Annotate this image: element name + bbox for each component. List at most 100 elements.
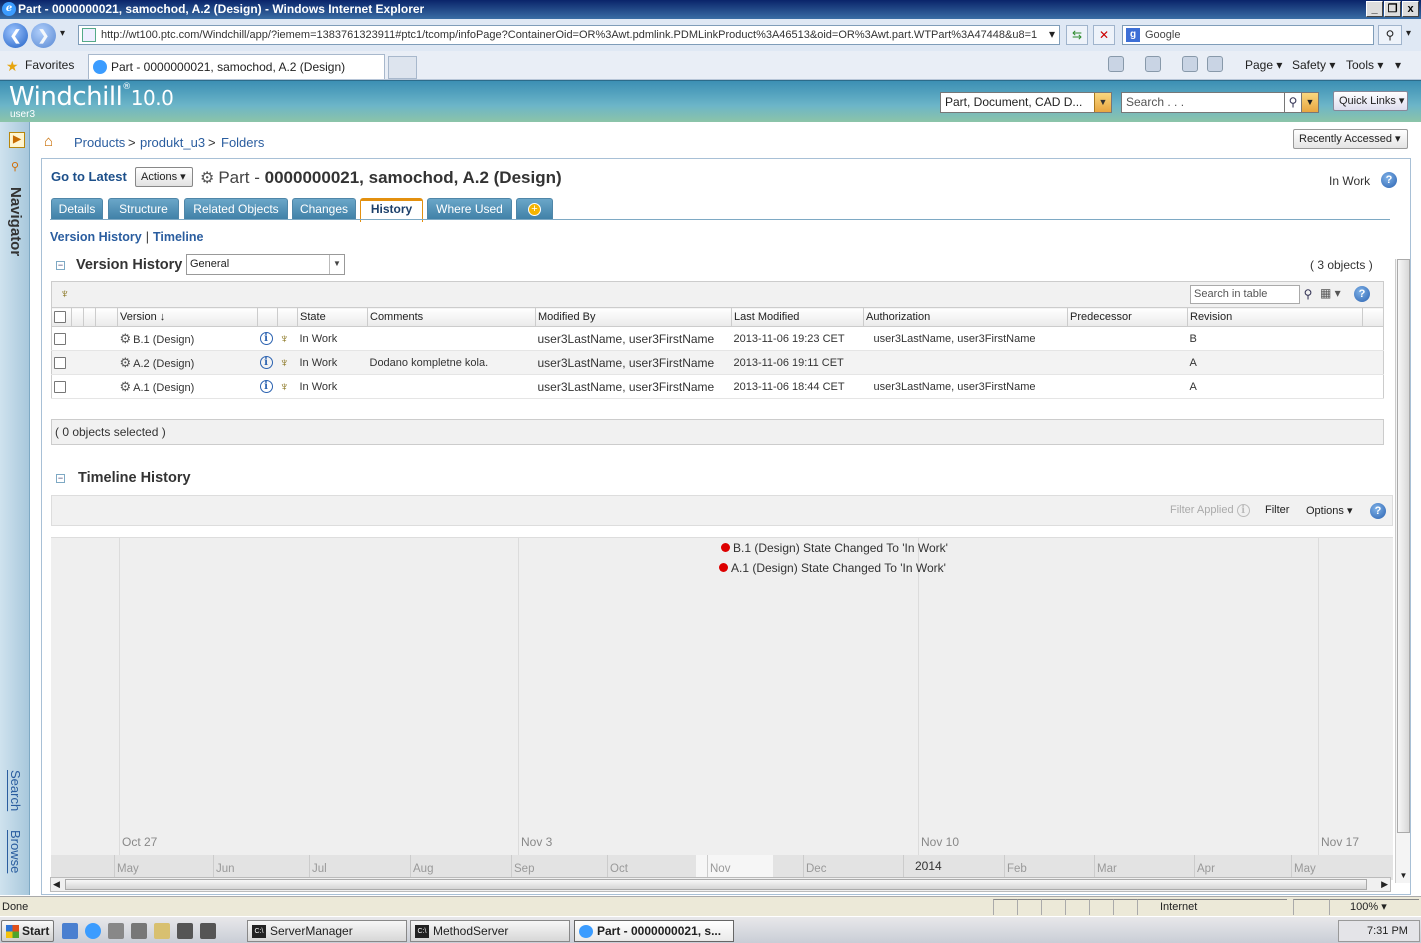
- structure-icon[interactable]: ♆: [280, 379, 290, 394]
- timeline-canvas[interactable]: Oct 27 Nov 3 Nov 10 Nov 17 B.1 (Design) …: [51, 537, 1393, 855]
- browser-tab-active[interactable]: Part - 0000000021, samochod, A.2 (Design…: [88, 54, 385, 79]
- refresh-button[interactable]: ⇆: [1066, 25, 1088, 45]
- chevron-down-icon[interactable]: ▼: [1094, 93, 1111, 112]
- browser-search-input[interactable]: g Google: [1122, 25, 1374, 45]
- scrollbar-thumb[interactable]: [65, 879, 1367, 890]
- scroll-down-icon[interactable]: ▼: [1397, 869, 1410, 883]
- info-icon[interactable]: i: [259, 380, 273, 393]
- zoom-level[interactable]: 100% ▾: [1329, 899, 1419, 915]
- navigator-browse-link[interactable]: Browse: [8, 830, 23, 873]
- table-view-select[interactable]: General ▼: [186, 254, 345, 275]
- search-options-icon[interactable]: ▾: [1406, 28, 1411, 39]
- modified-by-link[interactable]: user3LastName, user3FirstName: [535, 350, 732, 375]
- quick-links-button[interactable]: Quick Links ▾: [1333, 91, 1408, 111]
- favorites-star-icon[interactable]: ★: [6, 58, 19, 75]
- header-predecessor[interactable]: Predecessor: [1067, 307, 1188, 327]
- quicklaunch-icon[interactable]: [62, 923, 78, 939]
- ie-quicklaunch-icon[interactable]: [85, 923, 101, 939]
- browser-search-button[interactable]: ⚲: [1378, 25, 1402, 45]
- address-bar[interactable]: http://wt100.ptc.com/Windchill/app/?ieme…: [78, 25, 1060, 45]
- tools-quicklaunch-icon[interactable]: [108, 923, 124, 939]
- scroll-left-icon[interactable]: ◀: [53, 878, 60, 891]
- row-checkbox[interactable]: [54, 380, 66, 393]
- mail-icon[interactable]: [1182, 56, 1198, 72]
- structure-icon[interactable]: ♆: [280, 355, 290, 370]
- header-comments[interactable]: Comments: [367, 307, 536, 327]
- tab-related-objects[interactable]: Related Objects: [184, 198, 288, 220]
- help-menu[interactable]: ▾: [1395, 58, 1401, 72]
- history-dropdown-icon[interactable]: ▾: [60, 28, 65, 39]
- row-checkbox[interactable]: [54, 332, 66, 345]
- home-icon[interactable]: [1108, 56, 1124, 72]
- collapse-icon[interactable]: −: [56, 261, 65, 270]
- forward-button[interactable]: ❯: [31, 23, 56, 48]
- table-help-icon[interactable]: ?: [1354, 286, 1370, 302]
- recently-accessed-button[interactable]: Recently Accessed ▾: [1293, 129, 1408, 149]
- add-tab-button[interactable]: +: [516, 198, 553, 220]
- close-button[interactable]: x: [1402, 1, 1419, 17]
- windchill-search-input[interactable]: Search . . .: [1121, 92, 1286, 113]
- window-quicklaunch-icon[interactable]: [200, 923, 216, 939]
- filter-button[interactable]: Filter: [1265, 504, 1289, 516]
- help-icon[interactable]: ?: [1381, 172, 1397, 188]
- tab-where-used[interactable]: Where Used: [427, 198, 512, 220]
- tab-structure[interactable]: Structure: [108, 198, 179, 220]
- breadcrumb-products[interactable]: Products: [74, 135, 125, 150]
- header-authorization[interactable]: Authorization: [863, 307, 1068, 327]
- protected-mode-icon[interactable]: [1293, 899, 1329, 915]
- timeline-link[interactable]: Timeline: [153, 230, 203, 244]
- navigator-toggle-button[interactable]: ▶: [9, 132, 25, 148]
- structure-icon[interactable]: ♆: [280, 331, 290, 346]
- modified-by-link[interactable]: user3LastName, user3FirstName: [535, 374, 732, 399]
- print-icon[interactable]: [1207, 56, 1223, 72]
- timeline-event[interactable]: A.1 (Design) State Changed To 'In Work': [719, 561, 946, 575]
- actions-button[interactable]: Actions ▾: [135, 167, 193, 187]
- breadcrumb-folders[interactable]: Folders: [221, 135, 264, 150]
- options-menu[interactable]: Options ▾: [1306, 504, 1353, 517]
- window-quicklaunch-icon[interactable]: [177, 923, 193, 939]
- scroll-right-icon[interactable]: ▶: [1381, 878, 1388, 891]
- timeline-event[interactable]: B.1 (Design) State Changed To 'In Work': [721, 541, 948, 555]
- table-search-button[interactable]: ⚲: [1300, 285, 1316, 304]
- expand-tree-icon[interactable]: ♆: [60, 286, 70, 301]
- collapse-icon[interactable]: −: [56, 474, 65, 483]
- header-version[interactable]: Version ↓: [117, 307, 258, 327]
- favorites-button[interactable]: Favorites: [25, 58, 74, 72]
- back-button[interactable]: ❮: [3, 23, 28, 48]
- settings-quicklaunch-icon[interactable]: [131, 923, 147, 939]
- start-button[interactable]: Start: [1, 920, 54, 942]
- taskbar-servermanager[interactable]: C:\ ServerManager: [247, 920, 407, 942]
- go-to-latest-link[interactable]: Go to Latest: [51, 169, 127, 184]
- feeds-icon[interactable]: [1145, 56, 1161, 72]
- column-views-icon[interactable]: ▦ ▾: [1320, 286, 1341, 300]
- system-clock[interactable]: 7:31 PM: [1338, 920, 1420, 942]
- scrollbar-thumb[interactable]: [1397, 259, 1410, 833]
- info-icon[interactable]: i: [259, 356, 273, 369]
- home-icon[interactable]: ⌂: [44, 133, 53, 150]
- address-dropdown-icon[interactable]: ▾: [1044, 25, 1060, 45]
- chevron-down-icon[interactable]: ▼: [329, 255, 344, 274]
- tab-details[interactable]: Details: [51, 198, 103, 220]
- header-last-modified[interactable]: Last Modified: [731, 307, 864, 327]
- horizontal-scrollbar[interactable]: ◀ ▶: [50, 877, 1391, 892]
- stop-button[interactable]: ✕: [1093, 25, 1115, 45]
- search-type-select[interactable]: Part, Document, CAD D... ▼: [940, 92, 1112, 113]
- info-icon[interactable]: i: [259, 332, 273, 345]
- modified-by-link[interactable]: user3LastName, user3FirstName: [535, 326, 732, 351]
- timeline-help-icon[interactable]: ?: [1370, 503, 1386, 519]
- maximize-button[interactable]: ❐: [1384, 1, 1401, 17]
- pin-icon[interactable]: ⚲: [11, 160, 19, 173]
- breadcrumb-product[interactable]: produkt_u3: [140, 135, 205, 150]
- row-checkbox[interactable]: [54, 356, 66, 369]
- new-tab-button[interactable]: [388, 56, 417, 79]
- taskbar-browser[interactable]: Part - 0000000021, s...: [574, 920, 734, 942]
- notepad-quicklaunch-icon[interactable]: [154, 923, 170, 939]
- minimize-button[interactable]: _: [1366, 1, 1383, 17]
- select-all-checkbox[interactable]: [54, 311, 66, 324]
- navigator-label[interactable]: Navigator: [7, 187, 24, 256]
- navigator-search-link[interactable]: Search: [8, 770, 23, 811]
- search-go-button[interactable]: ⚲: [1284, 92, 1302, 113]
- tools-menu[interactable]: Tools ▾: [1346, 58, 1383, 72]
- header-modified-by[interactable]: Modified By: [535, 307, 732, 327]
- header-revision[interactable]: Revision: [1187, 307, 1363, 327]
